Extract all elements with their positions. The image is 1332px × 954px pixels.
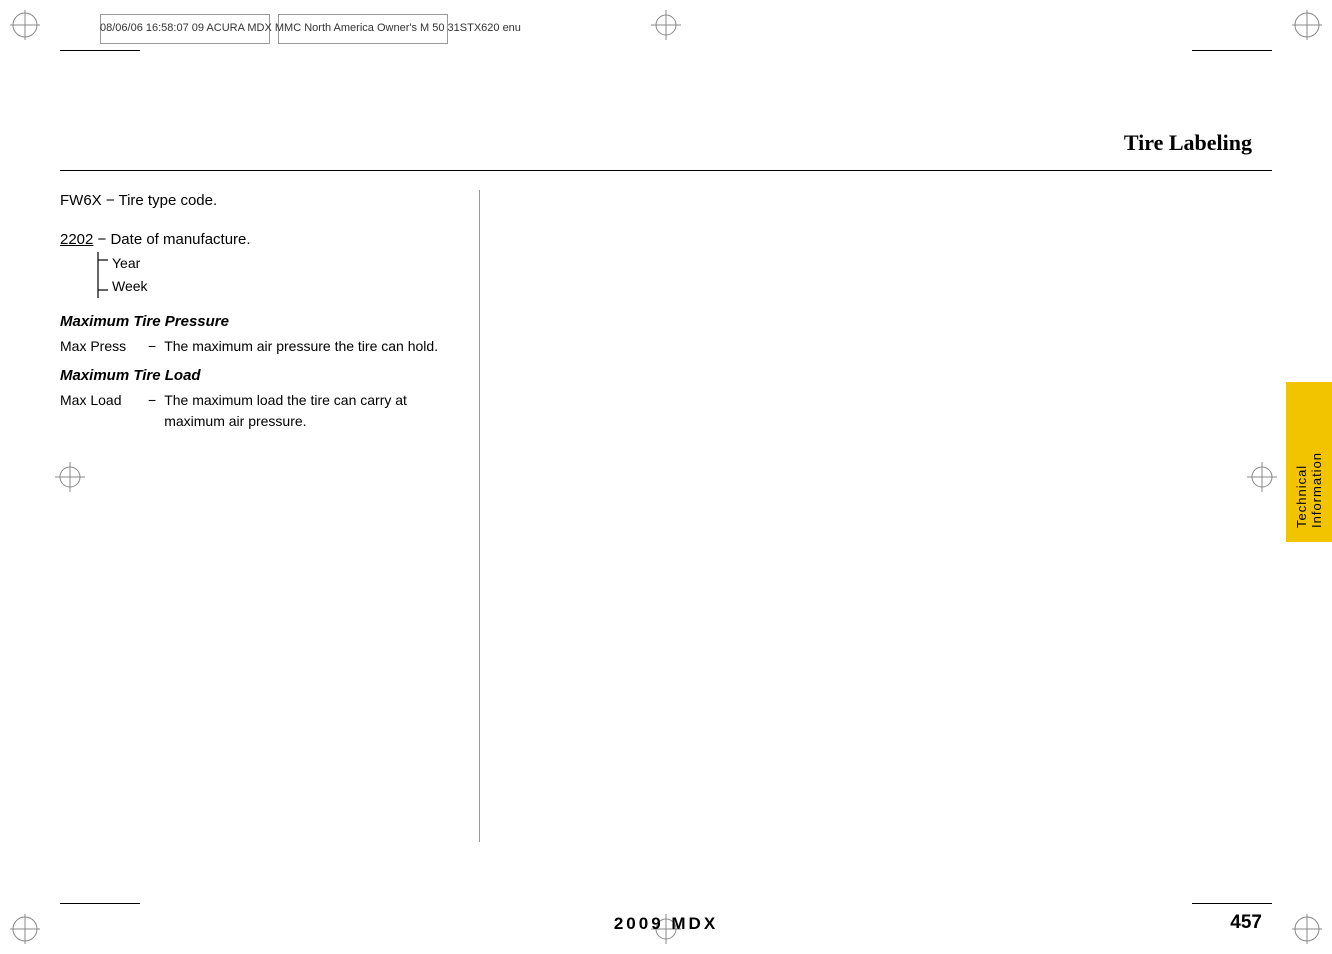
year-week-labels: Year Week <box>90 252 459 300</box>
sidebar-tab-wrapper: Technical Information <box>1286 382 1332 542</box>
date-number: 2202 <box>60 231 93 248</box>
title-rule <box>60 170 1272 171</box>
year-label: Year <box>112 252 459 276</box>
max-load-row: Max Load − The maximum load the tire can… <box>60 390 459 432</box>
max-press-desc: The maximum air pressure the tire can ho… <box>164 336 459 357</box>
code-line: FW6X − Tire type code. <box>60 190 459 213</box>
top-rule-left <box>60 50 140 51</box>
footer-center: 2009 MDX <box>614 914 718 934</box>
max-press-dash: − <box>148 336 156 357</box>
max-load-heading: Maximum Tire Load <box>60 367 459 384</box>
week-label: Week <box>112 275 459 299</box>
max-press-term: Max Press <box>60 336 140 357</box>
left-column: FW6X − Tire type code. 2202 − Date of ma… <box>60 190 480 842</box>
date-dash: − Date of manufacture. <box>98 231 251 248</box>
date-section: 2202 − Date of manufacture. Year Week <box>60 231 459 300</box>
bottom-rule-right <box>1192 903 1272 904</box>
crosshair-right <box>1247 462 1277 492</box>
corner-mark-br <box>1292 914 1322 944</box>
top-rule-right <box>1192 50 1272 51</box>
page-content: Tire Labeling FW6X − Tire type code. 220… <box>60 60 1272 894</box>
date-diagram: Year Week <box>90 252 459 300</box>
sidebar-tab: Technical Information <box>1286 382 1332 542</box>
file-info: 08/06/06 16:58:07 09 ACURA MDX MMC North… <box>100 22 521 34</box>
bottom-rule-left <box>60 903 140 904</box>
max-load-term: Max Load <box>60 390 140 432</box>
corner-mark-tl <box>10 10 40 40</box>
crosshair-left <box>55 462 85 492</box>
max-load-desc: The maximum load the tire can carry at m… <box>164 390 459 432</box>
page-number: 457 <box>1230 912 1262 934</box>
max-press-row: Max Press − The maximum air pressure the… <box>60 336 459 357</box>
date-main-line: 2202 − Date of manufacture. <box>60 231 459 248</box>
corner-mark-tr <box>1292 10 1322 40</box>
max-pressure-heading: Maximum Tire Pressure <box>60 313 459 330</box>
bracket-svg <box>90 252 112 298</box>
max-load-dash: − <box>148 390 156 432</box>
corner-mark-bl <box>10 914 40 944</box>
crosshair-top <box>651 10 681 40</box>
page-title: Tire Labeling <box>1124 130 1252 156</box>
